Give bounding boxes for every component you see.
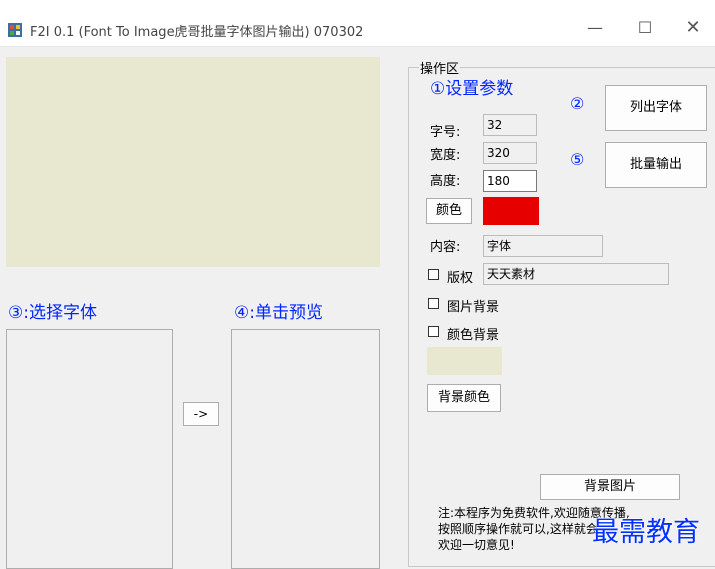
image-preview-area: [6, 57, 380, 267]
background-color-swatch: [427, 347, 502, 375]
settings-label: ①设置参数: [430, 79, 514, 99]
background-image-button[interactable]: 背景图片: [540, 474, 680, 500]
color-button[interactable]: 颜色: [426, 198, 472, 224]
height-label: 高度:: [430, 174, 461, 189]
color-background-checkbox[interactable]: [428, 326, 439, 337]
font-color-swatch: [483, 197, 539, 225]
select-font-label: ③:选择字体: [8, 303, 97, 323]
watermark-logo: 最需教育: [592, 517, 700, 548]
content-input[interactable]: 字体: [483, 235, 603, 257]
color-background-label: 颜色背景: [447, 328, 500, 343]
step2-marker: ②: [570, 94, 585, 113]
copyright-input[interactable]: 天天素材: [483, 263, 669, 285]
list-fonts-button[interactable]: 列出字体: [605, 85, 707, 131]
image-background-label: 图片背景: [447, 300, 500, 315]
batch-output-button[interactable]: 批量输出: [605, 142, 707, 188]
height-input[interactable]: 180: [483, 170, 537, 192]
copyright-label: 版权: [447, 271, 474, 286]
image-background-checkbox[interactable]: [428, 298, 439, 309]
copyright-checkbox[interactable]: [428, 269, 439, 280]
preview-list-label: ④:单击预览: [234, 303, 323, 323]
app-window-icon: [8, 23, 22, 37]
minimize-button[interactable]: —: [573, 12, 617, 44]
background-color-button[interactable]: 背景颜色: [427, 384, 501, 412]
window-title: F2I 0.1 (Font To Image虎哥批量字体图片输出) 070302: [30, 25, 364, 40]
font-list[interactable]: [6, 329, 173, 569]
width-label: 宽度:: [430, 148, 461, 163]
title-bar: F2I 0.1 (Font To Image虎哥批量字体图片输出) 070302…: [0, 0, 715, 47]
font-size-label: 字号:: [430, 125, 461, 140]
width-input[interactable]: 320: [483, 142, 537, 164]
step5-marker: ⑤: [570, 150, 585, 169]
preview-list[interactable]: [231, 329, 380, 569]
close-button[interactable]: ✕: [671, 12, 715, 44]
content-label: 内容:: [430, 240, 461, 255]
add-font-arrow-button[interactable]: ->: [183, 402, 219, 426]
font-size-input[interactable]: 32: [483, 114, 537, 136]
maximize-button[interactable]: ☐: [623, 12, 667, 44]
